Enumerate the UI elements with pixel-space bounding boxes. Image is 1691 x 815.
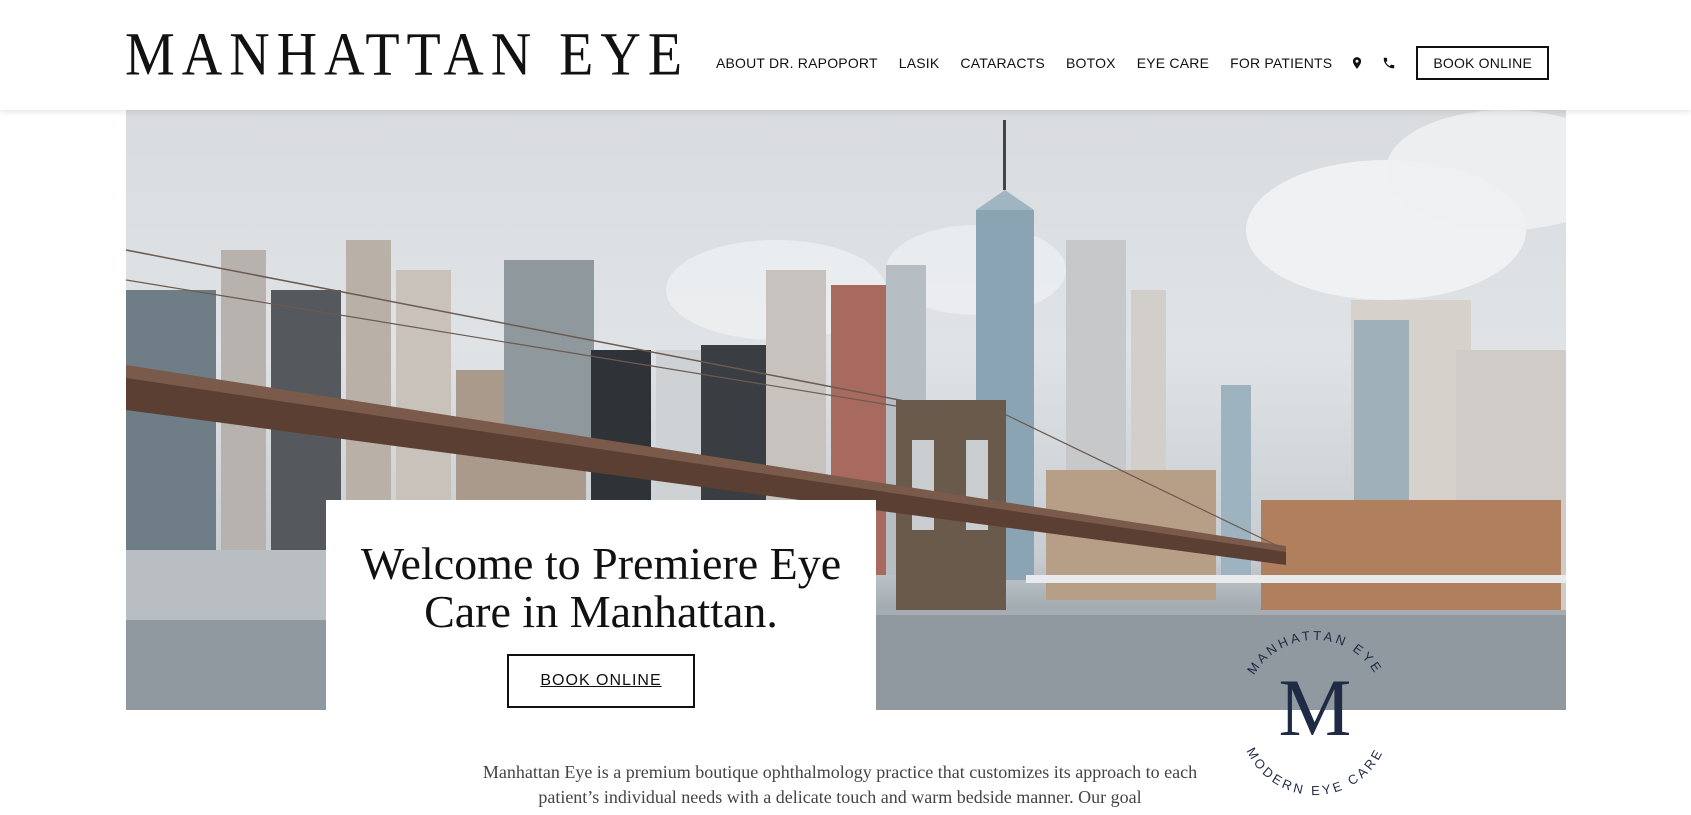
main-nav: ABOUT DR. RAPOPORT LASIK CATARACTS BOTOX… [695, 46, 1549, 80]
nav-for-patients[interactable]: FOR PATIENTS [1230, 55, 1332, 71]
hero-title: Welcome to Premiere Eye Care in Manhatta… [360, 538, 842, 637]
header-book-online-button[interactable]: BOOK ONLINE [1416, 46, 1549, 80]
modern-eye-care-badge: MANHATTAN EYE M MODERN EYE CARE [1215, 610, 1415, 810]
site-logo[interactable]: MANHATTAN EYE [125, 24, 689, 86]
site-header: MANHATTAN EYE ABOUT DR. RAPOPORT LASIK C… [0, 0, 1691, 110]
phone-icon[interactable] [1382, 55, 1396, 71]
intro-paragraph: Manhattan Eye is a premium boutique opht… [482, 762, 1198, 807]
hero-book-online-button[interactable]: BOOK ONLINE [507, 654, 695, 708]
nav-about[interactable]: ABOUT DR. RAPOPORT [716, 55, 878, 71]
welcome-card: Welcome to Premiere Eye Care in Manhatta… [326, 500, 876, 730]
nav-eye-care[interactable]: EYE CARE [1137, 55, 1209, 71]
badge-monogram: M [1279, 662, 1352, 753]
badge-logo-icon: MANHATTAN EYE M MODERN EYE CARE [1244, 628, 1384, 798]
nav-lasik[interactable]: LASIK [899, 55, 940, 71]
nav-botox[interactable]: BOTOX [1066, 55, 1116, 71]
map-pin-icon[interactable] [1350, 55, 1364, 71]
nav-cataracts[interactable]: CATARACTS [960, 55, 1045, 71]
